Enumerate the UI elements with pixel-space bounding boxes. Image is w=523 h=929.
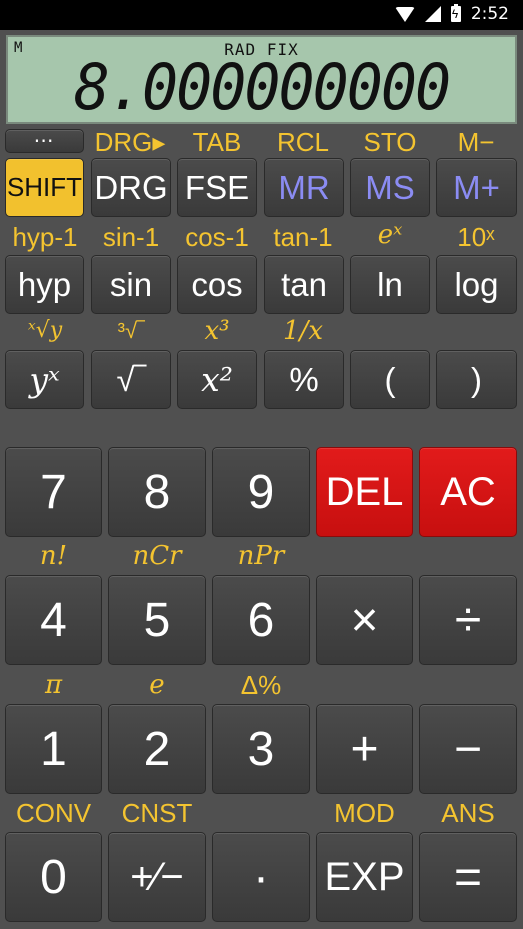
shift-label-sto: STO (363, 127, 417, 157)
calculator-display: M RAD FIX 8.000000000 (6, 35, 517, 125)
digit-7-button[interactable]: 7 (5, 447, 102, 537)
shift-label-euler: e (149, 670, 165, 700)
shift-label-conv: CONV (15, 798, 92, 828)
negate-button[interactable]: +∕− (108, 832, 206, 922)
percent-button[interactable]: % (264, 350, 344, 409)
shift-label-factorial: n! (39, 541, 68, 571)
shift-label-ncr: nCr (132, 541, 182, 571)
digit-9-button[interactable]: 9 (212, 447, 310, 537)
display-value: 8.000000000 (73, 51, 451, 125)
signal-icon (424, 6, 441, 22)
shift-label-delta-percent: Δ% (240, 670, 282, 700)
shift-label-xroot: ˣ√y (27, 318, 63, 343)
shift-label-m-minus: M− (457, 127, 495, 157)
subtract-button[interactable]: − (419, 704, 517, 794)
multiply-button[interactable]: × (316, 575, 413, 665)
shift-label-pi: π (44, 670, 63, 700)
status-bar: 2:52 (0, 0, 523, 30)
shift-label-cos-inverse: cos-1 (185, 222, 249, 252)
digit-2-button[interactable]: 2 (108, 704, 206, 794)
all-clear-button[interactable]: AC (419, 447, 517, 537)
shift-label-tan-inverse: tan-1 (273, 222, 333, 252)
shift-label-cube-root: ³√‾ (117, 318, 145, 343)
right-paren-button[interactable]: ) (436, 350, 517, 409)
left-paren-button[interactable]: ( (350, 350, 430, 409)
log-button[interactable]: log (436, 255, 517, 314)
exp-button[interactable]: EXP (316, 832, 413, 922)
equals-button[interactable]: = (419, 832, 517, 922)
fse-button[interactable]: FSE (177, 158, 257, 217)
tan-button[interactable]: tan (264, 255, 344, 314)
hyp-button[interactable]: hyp (5, 255, 84, 314)
status-time: 2:52 (470, 4, 509, 24)
shift-label-drg-arrow: DRG▸ (94, 127, 166, 157)
shift-label-exp: eˣ (377, 220, 403, 250)
shift-label-hyp-inverse: hyp-1 (12, 222, 78, 252)
delete-button[interactable]: DEL (316, 447, 413, 537)
digit-0-button[interactable]: 0 (5, 832, 102, 922)
shift-label-cube: x³ (204, 316, 230, 346)
shift-label-cnst: CNST (121, 798, 193, 828)
shift-label-mod: MOD (334, 798, 395, 828)
decimal-point-button[interactable]: · (212, 832, 310, 922)
sin-button[interactable]: sin (91, 255, 171, 314)
digit-4-button[interactable]: 4 (5, 575, 102, 665)
shift-label-ans: ANS (441, 798, 495, 828)
divide-button[interactable]: ÷ (419, 575, 517, 665)
digit-5-button[interactable]: 5 (108, 575, 206, 665)
shift-button[interactable]: SHIFT (5, 158, 84, 217)
cos-button[interactable]: cos (177, 255, 257, 314)
digit-6-button[interactable]: 6 (212, 575, 310, 665)
power-button[interactable]: yˣ (5, 350, 84, 409)
shift-label-tab: TAB (192, 127, 242, 157)
shift-label-rcl: RCL (276, 127, 329, 157)
battery-charging-icon (450, 4, 461, 22)
memory-recall-button[interactable]: MR (264, 158, 344, 217)
shift-label-reciprocal: 1/x (283, 316, 323, 346)
digit-1-button[interactable]: 1 (5, 704, 102, 794)
digit-8-button[interactable]: 8 (108, 447, 206, 537)
drg-button[interactable]: DRG (91, 158, 171, 217)
add-button[interactable]: + (316, 704, 413, 794)
shift-label-npr: nPr (237, 541, 285, 571)
menu-button[interactable]: ⋯ (5, 129, 84, 153)
memory-store-button[interactable]: MS (350, 158, 430, 217)
ln-button[interactable]: ln (350, 255, 430, 314)
sqrt-button[interactable]: √‾ (91, 350, 171, 409)
shift-label-ten-power: 10ˣ (457, 222, 495, 252)
wifi-icon (394, 6, 415, 22)
square-button[interactable]: x² (177, 350, 257, 409)
memory-add-button[interactable]: M+ (436, 158, 517, 217)
digit-3-button[interactable]: 3 (212, 704, 310, 794)
shift-label-sin-inverse: sin-1 (102, 222, 160, 252)
